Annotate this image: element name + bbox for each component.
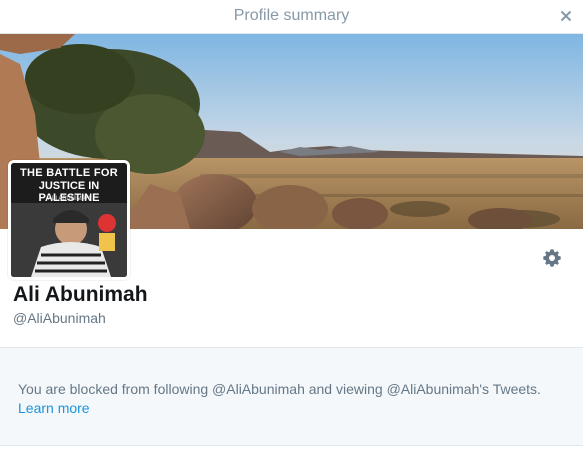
blocked-notice: You are blocked from following @AliAbuni… — [0, 347, 583, 446]
close-button[interactable] — [555, 5, 577, 27]
gear-icon — [543, 249, 561, 267]
dialog-title: Profile summary — [233, 7, 350, 24]
avatar-poster-author: ALI ABUNIMAH — [47, 196, 90, 202]
close-icon — [560, 10, 572, 22]
settings-button[interactable] — [540, 246, 564, 270]
blocked-message: You are blocked from following @AliAbuni… — [18, 381, 541, 397]
profile-avatar[interactable]: THE BATTLE FOR JUSTICE IN PALESTINE ALI … — [8, 160, 130, 280]
learn-more-link[interactable]: Learn more — [18, 400, 90, 416]
profile-screen-name[interactable]: @AliAbunimah — [13, 310, 106, 326]
dialog-header: Profile summary — [0, 0, 583, 34]
avatar-poster-line1: THE BATTLE FOR — [19, 167, 119, 179]
profile-display-name[interactable]: Ali Abunimah — [13, 283, 148, 307]
